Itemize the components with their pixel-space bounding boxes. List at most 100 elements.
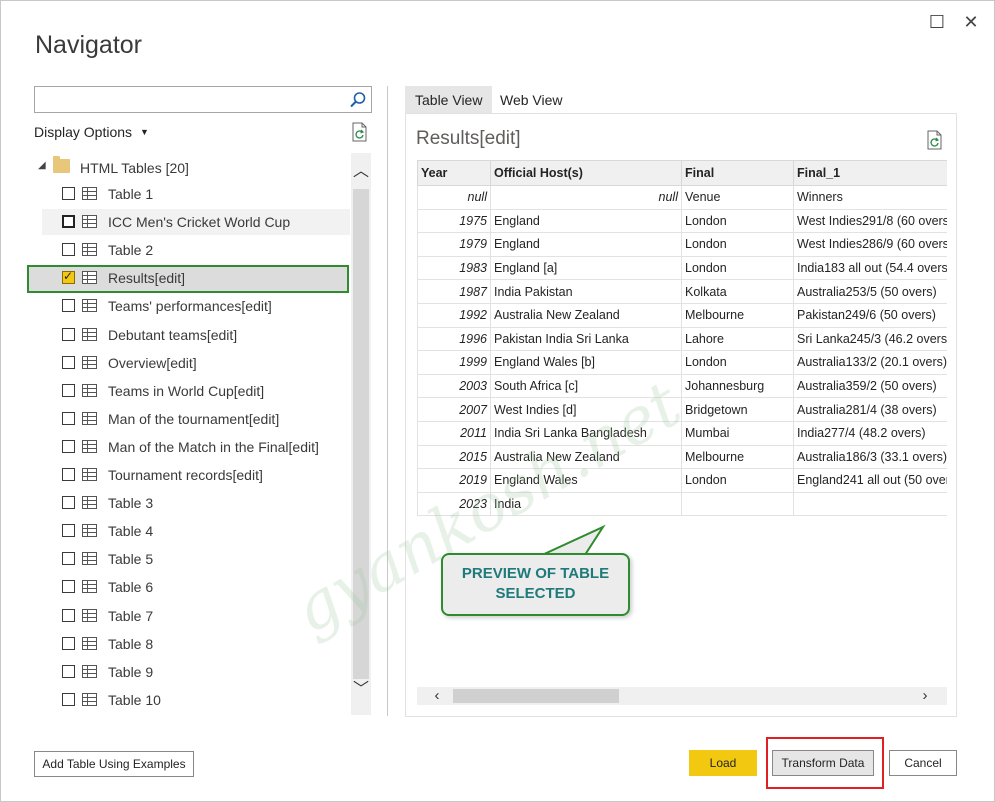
callout-line-2: SELECTED [495, 585, 576, 602]
tab-web-view[interactable]: Web View [490, 86, 573, 113]
tree-item-checkbox[interactable] [62, 187, 75, 200]
tree-item-checkbox[interactable] [62, 580, 75, 594]
tree-scrollbar[interactable]: ︿ ﹀ [351, 153, 371, 715]
tree-item-checkbox[interactable] [62, 411, 75, 425]
tree-item-checkbox[interactable] [62, 636, 75, 650]
table-cell: London [681, 232, 794, 257]
tree-item[interactable]: Man of the tournament[edit] [42, 406, 350, 432]
tree-item-checkbox[interactable] [62, 692, 75, 706]
table-cell: 2003 [417, 373, 491, 399]
tree-folder-label: HTML Tables [20] [80, 160, 189, 176]
table-icon [82, 271, 97, 285]
table-row: 1983 England [a] London India183 all out (5… [417, 255, 947, 281]
callout-line-1: PREVIEW OF TABLE [461, 565, 610, 582]
tree-item[interactable]: Teams in World Cup[edit] [42, 378, 350, 404]
table-cell: Lahore [681, 326, 794, 352]
tree-item[interactable]: Table 2 [42, 237, 350, 263]
table-icon [82, 299, 97, 313]
tree-item[interactable]: Table 8 [42, 631, 350, 657]
tree-item-checkbox[interactable] [62, 243, 75, 257]
cancel-button[interactable]: Cancel [889, 750, 957, 776]
tree-item-checkbox[interactable] [62, 468, 75, 481]
tree-item-checkbox[interactable] [62, 355, 75, 369]
refresh-icon[interactable] [351, 122, 369, 142]
tree-item-checkbox[interactable] [62, 552, 75, 566]
table-cell: Melbourne [681, 444, 794, 470]
display-options-dropdown[interactable]: Display Options ▼ [34, 124, 149, 140]
scroll-up-icon[interactable]: ︿ [351, 161, 371, 183]
tree-item-checkbox[interactable] [62, 383, 75, 397]
tree-item-checkbox[interactable] [62, 327, 75, 341]
collapse-triangle-icon[interactable]: ◢ [38, 160, 46, 171]
tree-item[interactable]: Table 9 [42, 659, 350, 685]
table-cell: 1987 [417, 279, 491, 304]
tree-item[interactable]: Table 3 [42, 490, 350, 516]
tree-item[interactable]: Overview[edit] [42, 350, 350, 376]
navigator-dialog: ☐ ✕ Navigator Display Options ▼ ◢ HTML Ta… [0, 0, 995, 802]
table-cell: 2023 [417, 491, 491, 516]
scrollbar-thumb[interactable] [453, 689, 619, 703]
table-cell: Australia186/3 (33.1 overs) [793, 444, 947, 470]
table-cell: India183 all out (54.4 overs) [793, 255, 947, 281]
table-icon [82, 383, 97, 397]
table-icon [82, 608, 97, 622]
tree-item[interactable]: Man of the Match in the Final[edit] [42, 434, 350, 460]
tree-item[interactable]: Table 6 [42, 574, 350, 600]
tree-item[interactable]: Results[edit] [42, 265, 350, 291]
tree-item[interactable]: Tournament records[edit] [42, 462, 350, 488]
table-cell: Bridgetown [681, 397, 794, 422]
table-cell: England Wales [490, 468, 682, 493]
tree-item[interactable]: Table 10 [42, 687, 350, 713]
tree-item-label: Debutant teams[edit] [108, 326, 238, 343]
tree-item-label: Table 4 [108, 523, 154, 540]
scroll-right-icon[interactable]: › [915, 687, 935, 705]
tree-item-checkbox[interactable] [62, 524, 75, 538]
tree-item-checkbox[interactable] [62, 664, 75, 678]
tree-item[interactable]: Table 5 [42, 546, 350, 572]
scrollbar-thumb[interactable] [353, 189, 369, 679]
add-table-using-examples-button[interactable]: Add Table Using Examples [34, 751, 194, 777]
tree-item[interactable]: Table 1 [42, 181, 350, 207]
tab-table-view[interactable]: Table View [405, 86, 493, 113]
tree-item[interactable]: Table 7 [42, 603, 350, 629]
scroll-down-icon[interactable]: ﹀ [351, 679, 371, 701]
table-cell: West Indies286/9 (60 overs) [793, 232, 947, 257]
table-cell: 1992 [417, 302, 491, 328]
tree-folder-html-tables[interactable]: ◢ HTML Tables [20] [34, 156, 354, 178]
search-icon[interactable] [349, 91, 367, 109]
tree-item-checkbox[interactable] [62, 608, 75, 622]
table-row: 2011 India Sri Lanka Bangladesh Mumbai Indi… [417, 420, 947, 446]
tree-item-label: Man of the Match in the Final[edit] [108, 438, 319, 455]
tree-item-label: Table 3 [108, 495, 154, 512]
grid-horizontal-scrollbar[interactable]: ‹ › [417, 687, 947, 705]
panel-divider [387, 86, 388, 716]
maximize-icon[interactable]: ☐ [926, 11, 948, 33]
tree-item[interactable]: Debutant teams[edit] [42, 322, 350, 348]
column-header[interactable]: Final_1 [793, 160, 947, 186]
tree-item-checkbox[interactable] [62, 215, 75, 229]
tree-item-checkbox[interactable] [62, 299, 75, 313]
tree-item-label: Table 6 [108, 579, 154, 596]
column-header[interactable]: Final [681, 160, 794, 186]
table-icon [82, 552, 97, 566]
tree-item[interactable]: Table 4 [42, 518, 350, 544]
close-icon[interactable]: ✕ [960, 11, 982, 33]
scroll-left-icon[interactable]: ‹ [427, 687, 447, 705]
tree-item[interactable]: ICC Men's Cricket World Cup [42, 209, 350, 236]
folder-icon [53, 156, 70, 173]
table-cell: Australia359/2 (50 overs) [793, 373, 947, 399]
tree-item[interactable]: Teams' performances[edit] [42, 293, 350, 319]
tree-item-checkbox[interactable] [62, 439, 75, 453]
search-input[interactable] [34, 86, 372, 113]
table-icon [82, 187, 97, 200]
refresh-icon[interactable] [926, 130, 944, 150]
column-header[interactable]: Year [417, 160, 491, 186]
tree-item-checkbox[interactable] [62, 269, 75, 285]
load-button[interactable]: Load [689, 750, 757, 776]
table-row: 2023 India [417, 491, 947, 516]
table-cell: Mumbai [681, 420, 794, 446]
column-header[interactable]: Official Host(s) [490, 160, 682, 186]
table-cell: Kolkata [681, 279, 794, 304]
tree-item-checkbox[interactable] [62, 496, 75, 510]
table-cell: 2015 [417, 444, 491, 470]
